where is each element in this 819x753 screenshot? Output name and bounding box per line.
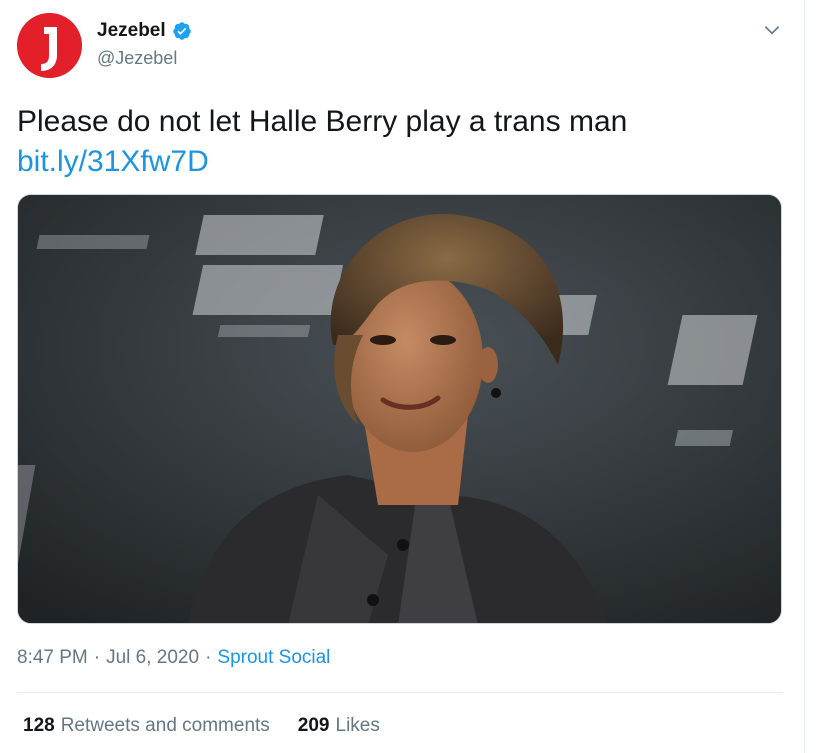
meta-separator: · [93, 647, 101, 668]
author-name-row: Jezebel [97, 20, 192, 42]
tweet-text: Please do not let Halle Berry play a tra… [17, 105, 628, 138]
verified-badge-icon [172, 22, 191, 40]
jezebel-logo-icon [17, 13, 82, 78]
likes-count: 209 [297, 715, 330, 736]
meta-separator: · [205, 647, 212, 668]
retweets-count: 128 [23, 715, 55, 736]
tweet-card: Jezebel @Jezebel Please do not let Halle… [0, 0, 819, 753]
column-border [804, 0, 805, 753]
likes-stat[interactable]: 209 Likes [298, 715, 380, 737]
tweet-time[interactable]: 8:47 PM [17, 647, 88, 668]
tweet-meta: 8:47 PM · Jul 6, 2020 · Sprout Social [17, 647, 330, 669]
halle-berry-photo [18, 195, 781, 623]
author-display-name[interactable]: Jezebel [97, 20, 166, 42]
chevron-down-icon[interactable] [762, 20, 782, 40]
tweet-media-image[interactable] [17, 194, 782, 624]
author-handle[interactable]: @Jezebel [97, 48, 177, 69]
divider [17, 692, 783, 693]
tweet-source-link[interactable]: Sprout Social [217, 647, 330, 668]
retweets-label: Retweets and comments [60, 715, 270, 736]
tweet-link[interactable]: bit.ly/31Xfw7D [17, 142, 209, 182]
tweet-stats: 128 Retweets and comments 209 Likes [23, 715, 380, 737]
tweet-date[interactable]: Jul 6, 2020 [106, 647, 199, 668]
retweets-stat[interactable]: 128 Retweets and comments [23, 715, 270, 737]
avatar[interactable] [17, 13, 82, 78]
likes-label: Likes [335, 715, 380, 736]
